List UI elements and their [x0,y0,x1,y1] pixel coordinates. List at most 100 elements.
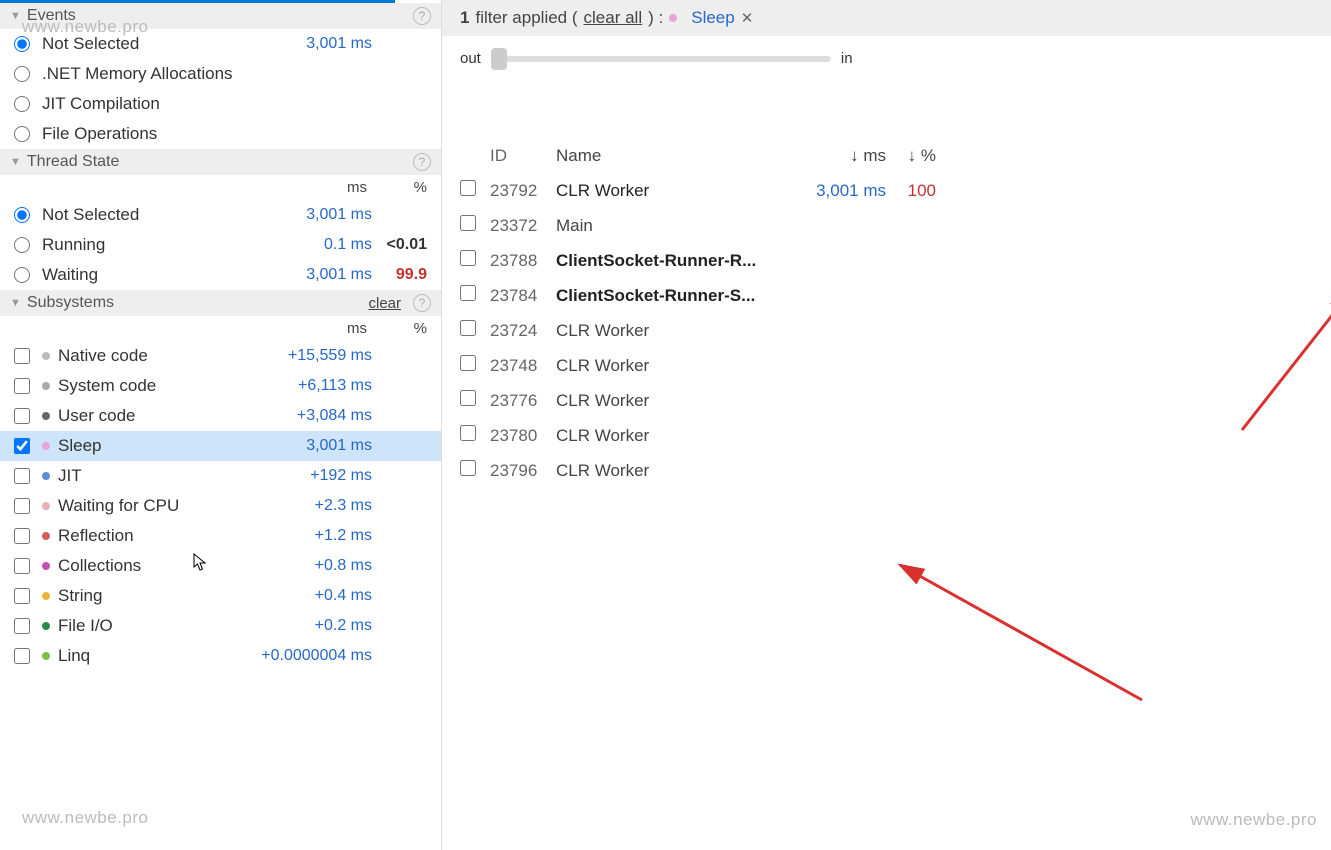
checkbox[interactable] [460,390,476,406]
row-label: JIT Compilation [42,94,257,114]
zoom-out-label: out [460,50,481,67]
subsystem-row[interactable]: File I/O +0.2 ms [0,611,441,641]
radio[interactable] [14,237,30,253]
events-row[interactable]: JIT Compilation [0,89,441,119]
checkbox[interactable] [14,468,30,484]
thread-id: 23372 [490,216,556,236]
thread-name: CLR Worker [556,181,796,201]
help-icon[interactable]: ? [413,153,431,171]
slider-thumb[interactable] [491,48,507,70]
threadstate-header[interactable]: ▼ Thread State ? [0,149,441,175]
chevron-down-icon: ▼ [10,10,21,22]
events-header[interactable]: ▼ Events ? [0,3,441,29]
help-icon[interactable]: ? [413,7,431,25]
thread-id: 23784 [490,286,556,306]
checkbox[interactable] [14,528,30,544]
zoom-slider[interactable] [491,56,831,62]
close-icon[interactable]: ✕ [741,9,754,27]
subsystems-clear[interactable]: clear [368,295,401,312]
row-label: Collections [58,556,257,576]
radio[interactable] [14,207,30,223]
thread-row[interactable]: 23788 ClientSocket-Runner-R... [460,243,1331,278]
row-ms: +15,559 ms [257,347,372,365]
threadstate-row[interactable]: Waiting 3,001 ms 99.9 [0,260,441,290]
checkbox[interactable] [460,180,476,196]
chevron-down-icon: ▼ [10,297,21,309]
filter-tag[interactable]: Sleep [691,8,734,28]
radio[interactable] [14,66,30,82]
row-label: Waiting [42,265,257,285]
checkbox[interactable] [460,355,476,371]
row-label: Sleep [58,436,257,456]
checkbox[interactable] [14,348,30,364]
thread-id: 23776 [490,391,556,411]
color-dot-icon [42,382,50,390]
row-ms: +3,084 ms [257,407,372,425]
checkbox[interactable] [460,460,476,476]
row-ms: +6,113 ms [257,377,372,395]
clear-all-link[interactable]: clear all [584,8,643,28]
thread-row[interactable]: 23792 CLR Worker 3,001 ms 100 [460,173,1331,208]
subsystem-row[interactable]: JIT +192 ms [0,461,441,491]
subsystem-row[interactable]: Native code +15,559 ms [0,341,441,371]
color-dot-icon [42,592,50,600]
checkbox[interactable] [14,648,30,664]
row-label: .NET Memory Allocations [42,64,257,84]
radio[interactable] [14,96,30,112]
threadstate-row[interactable]: Not Selected 3,001 ms [0,200,441,230]
checkbox[interactable] [460,215,476,231]
thread-row[interactable]: 23748 CLR Worker [460,348,1331,383]
thread-id: 23796 [490,461,556,481]
thread-table: ID Name ↓ ms ↓ % 23792 CLR Worker 3,001 … [442,139,1331,488]
row-label: System code [58,376,257,396]
radio[interactable] [14,267,30,283]
thread-name: CLR Worker [556,461,796,481]
thread-pct: 100 [886,181,936,201]
subsystem-row[interactable]: Sleep 3,001 ms [0,431,441,461]
checkbox[interactable] [14,408,30,424]
subsystem-row[interactable]: Reflection +1.2 ms [0,521,441,551]
thread-row[interactable]: 23784 ClientSocket-Runner-S... [460,278,1331,313]
checkbox[interactable] [460,425,476,441]
threadstate-row[interactable]: Running 0.1 ms <0.01 [0,230,441,260]
subsystem-row[interactable]: User code +3,084 ms [0,401,441,431]
subsystem-row[interactable]: Linq +0.0000004 ms [0,641,441,671]
left-panel: ▼ Events ? Not Selected 3,001 ms .NET Me… [0,0,442,850]
thread-name: CLR Worker [556,426,796,446]
checkbox[interactable] [460,285,476,301]
radio[interactable] [14,126,30,142]
checkbox[interactable] [14,498,30,514]
subsystems-title: Subsystems [27,294,369,312]
thread-name: CLR Worker [556,321,796,341]
thread-row[interactable]: 23724 CLR Worker [460,313,1331,348]
events-row[interactable]: File Operations [0,119,441,149]
subsystem-row[interactable]: Waiting for CPU +2.3 ms [0,491,441,521]
subsystems-header[interactable]: ▼ Subsystems clear ? [0,290,441,316]
checkbox[interactable] [14,558,30,574]
events-row[interactable]: .NET Memory Allocations [0,59,441,89]
thread-row[interactable]: 23372 Main [460,208,1331,243]
checkbox[interactable] [14,588,30,604]
thread-row[interactable]: 23780 CLR Worker [460,418,1331,453]
checkbox[interactable] [460,250,476,266]
thread-id: 23792 [490,181,556,201]
thread-table-header: ID Name ↓ ms ↓ % [460,139,1331,173]
subsystem-row[interactable]: System code +6,113 ms [0,371,441,401]
color-dot-icon [42,532,50,540]
subsystem-row[interactable]: String +0.4 ms [0,581,441,611]
thread-id: 23724 [490,321,556,341]
row-ms: +0.0000004 ms [257,647,372,665]
thread-row[interactable]: 23796 CLR Worker [460,453,1331,488]
thread-row[interactable]: 23776 CLR Worker [460,383,1331,418]
color-dot-icon [42,562,50,570]
events-title: Events [27,7,413,25]
row-label: Not Selected [42,205,257,225]
radio[interactable] [14,36,30,52]
help-icon[interactable]: ? [413,294,431,312]
checkbox[interactable] [14,378,30,394]
checkbox[interactable] [14,618,30,634]
events-row[interactable]: Not Selected 3,001 ms [0,29,441,59]
subsystem-row[interactable]: Collections +0.8 ms [0,551,441,581]
checkbox[interactable] [14,438,30,454]
checkbox[interactable] [460,320,476,336]
